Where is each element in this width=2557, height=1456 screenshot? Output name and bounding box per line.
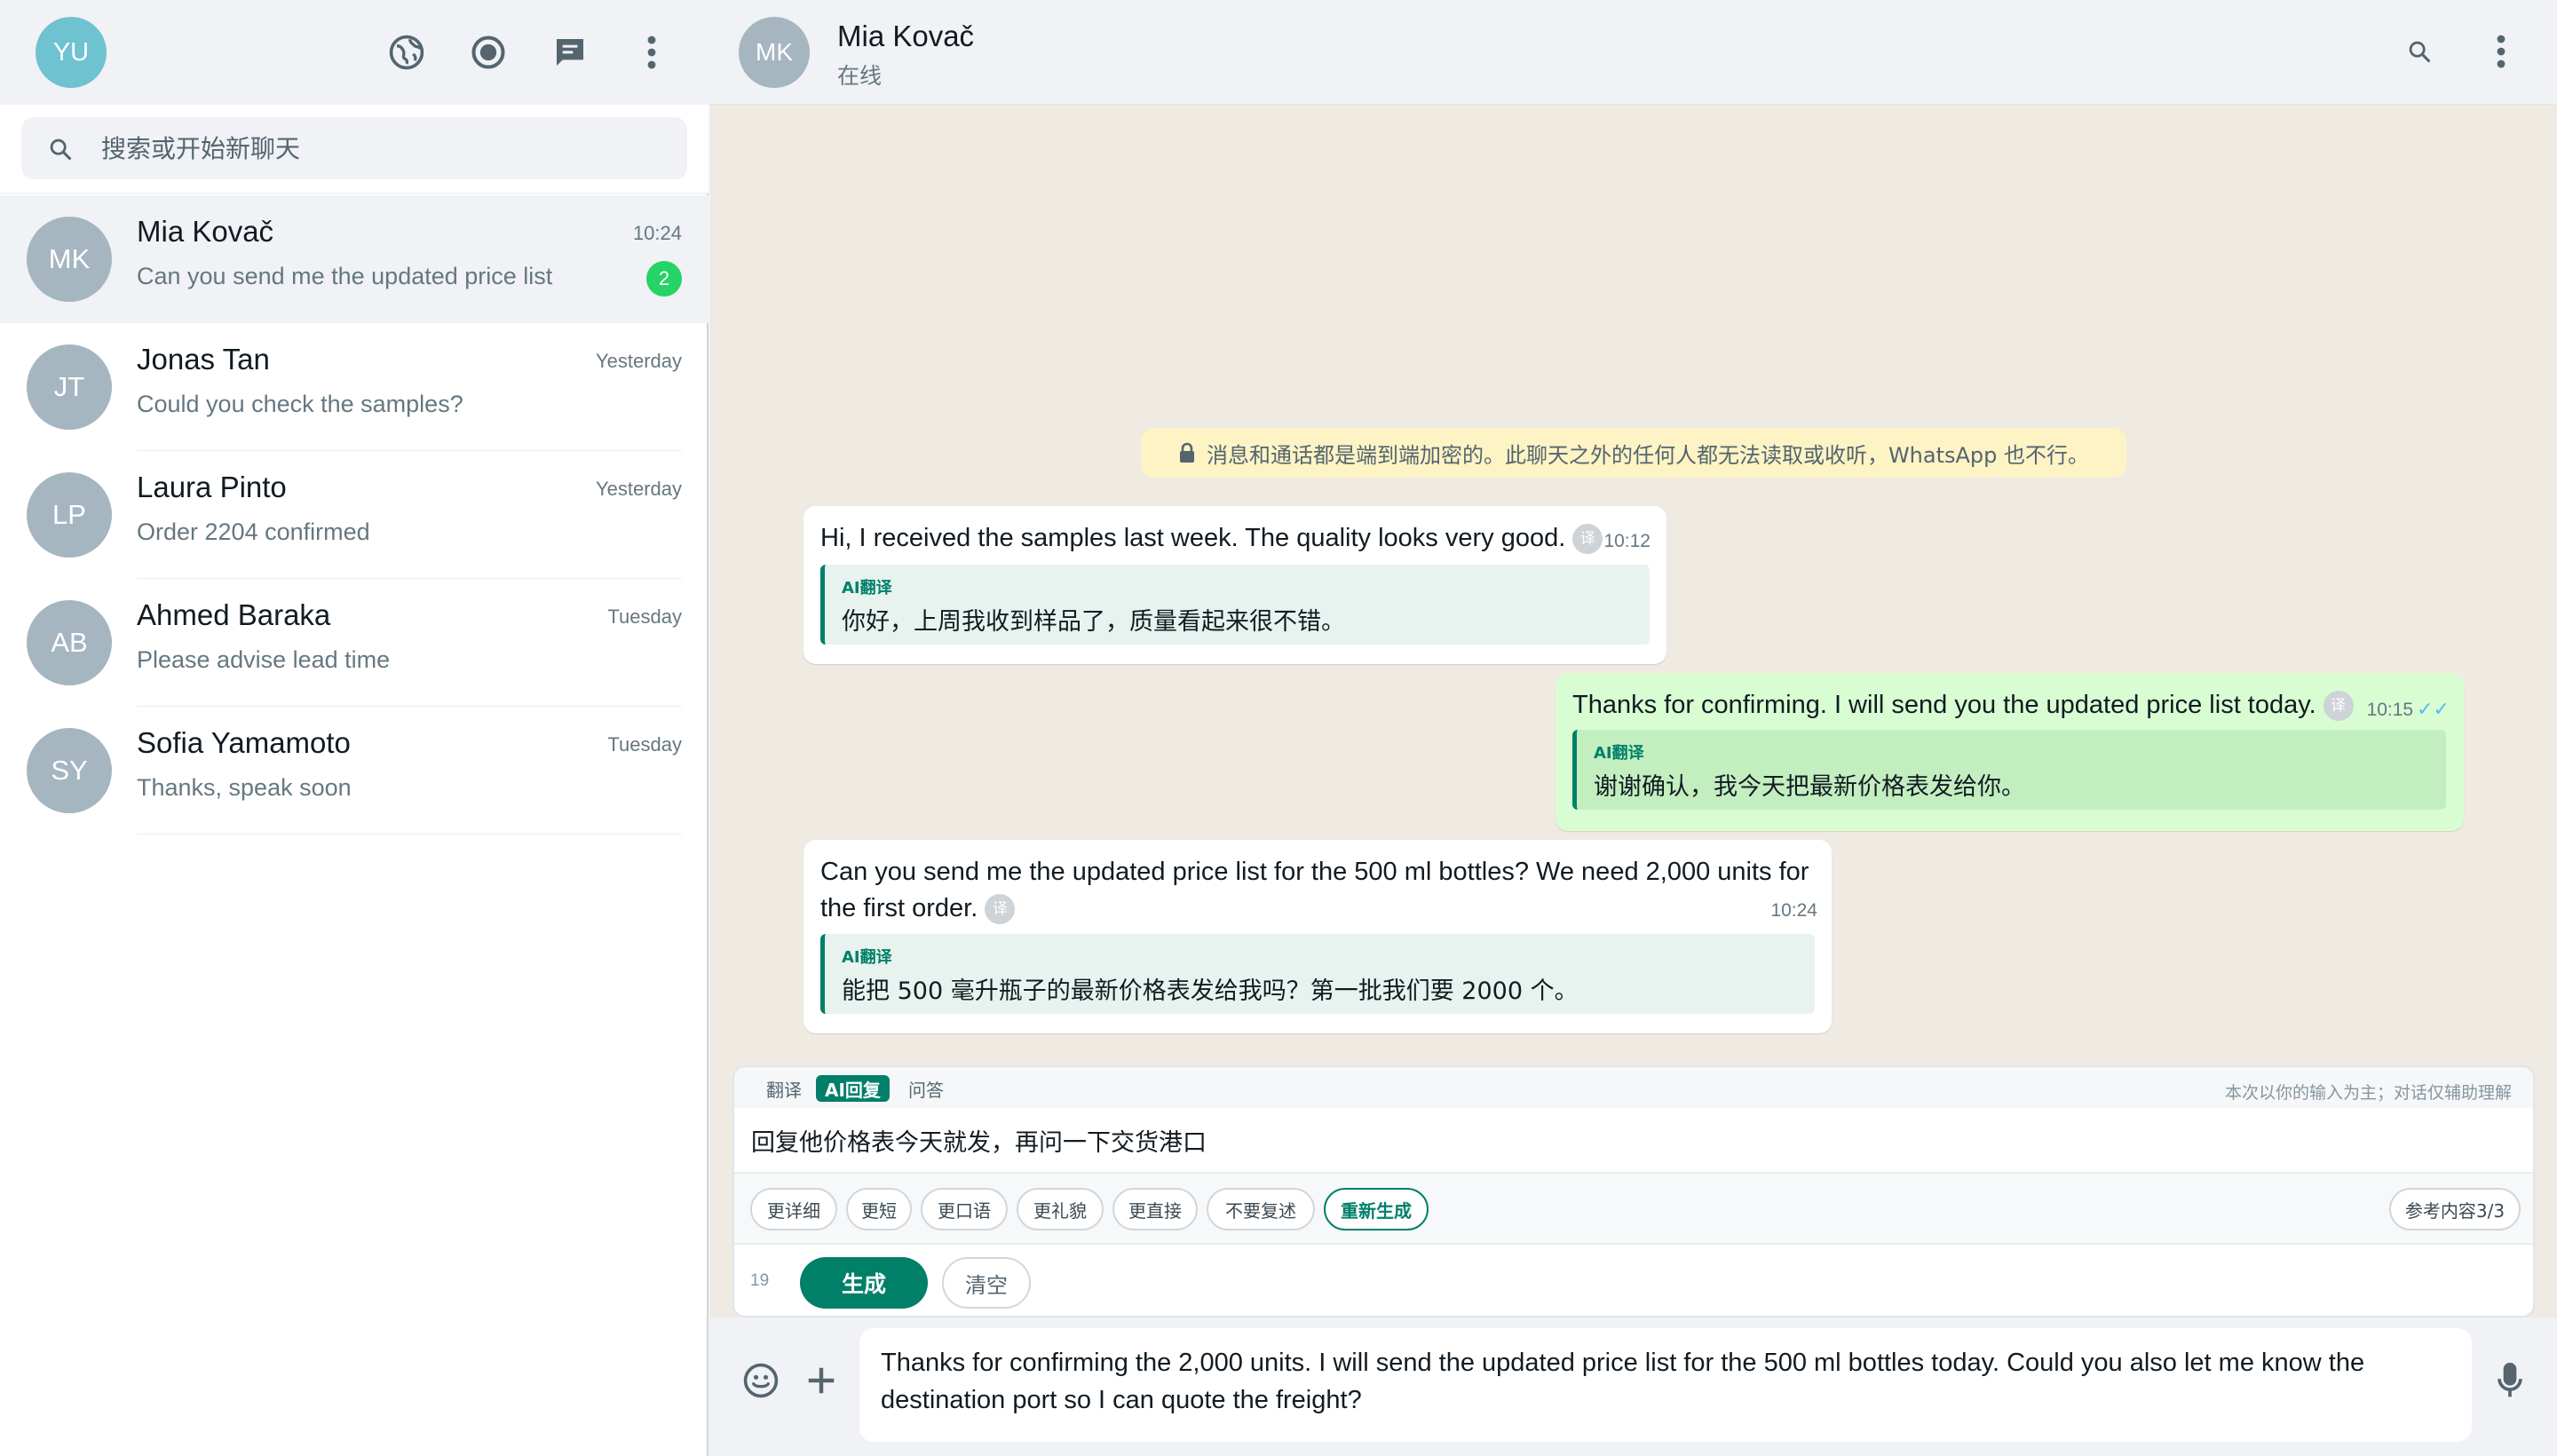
conversation-pane: MK Mia Kovač 在线 消息和通话都是端到端加密的。此聊天之外的任何人都…	[710, 0, 2557, 1456]
community-icon[interactable]	[384, 30, 429, 75]
ai-translation-block: AI翻译 能把 500 毫升瓶子的最新价格表发给我吗？第一批我们要 2000 个…	[820, 934, 1815, 1014]
conversation-header: MK Mia Kovač 在线	[710, 0, 2557, 105]
message-input[interactable]: Thanks for confirming the 2,000 units. I…	[859, 1328, 2472, 1442]
search-bar	[0, 105, 709, 194]
read-receipt-icon: ✓✓	[2417, 698, 2450, 720]
chat-name: Sofia Yamamoto	[137, 726, 351, 759]
clear-button[interactable]: 清空	[942, 1257, 1031, 1309]
search-icon[interactable]	[2402, 34, 2437, 69]
message-time: 10:12	[1603, 531, 1651, 551]
generate-button[interactable]: 生成	[800, 1257, 928, 1309]
char-count: 19	[750, 1271, 770, 1290]
translate-button[interactable]: 译	[985, 894, 1016, 925]
lock-icon	[1179, 442, 1194, 463]
chat-time: Tuesday	[607, 605, 682, 628]
contact-status: 在线	[837, 63, 883, 89]
chat-time: Yesterday	[595, 350, 682, 372]
chip-regenerate[interactable]: 重新生成	[1324, 1188, 1429, 1230]
tab-translate[interactable]: 翻译	[757, 1075, 811, 1102]
chip-shorter[interactable]: 更短	[846, 1188, 912, 1230]
menu-icon[interactable]	[2483, 34, 2519, 69]
message-time: 10:24	[1770, 900, 1817, 921]
ai-translation-label: AI翻译	[1594, 744, 1644, 763]
search-icon	[48, 137, 73, 162]
my-avatar[interactable]: YU	[36, 17, 107, 88]
translate-button[interactable]: 译	[1572, 524, 1603, 555]
ai-translation-block: AI翻译 谢谢确认，我今天把最新价格表发给你。	[1572, 730, 2446, 810]
chat-name: Jonas Tan	[137, 343, 270, 376]
message-text: Thanks for confirming. I will send you t…	[1572, 687, 2354, 724]
chat-time: Tuesday	[607, 733, 682, 756]
ai-translation-label: AI翻译	[842, 948, 892, 967]
ai-translation-text: 你好，上周我收到样品了，质量看起来很不错。	[842, 608, 1345, 636]
message-text: Hi, I received the samples last week. Th…	[820, 520, 1603, 557]
unread-badge: 2	[646, 261, 682, 297]
chat-item-ahmed-baraka[interactable]: AB Ahmed Baraka Please advise lead time …	[0, 579, 709, 707]
tab-ai-reply[interactable]: AI回复	[816, 1075, 890, 1102]
emoji-icon[interactable]	[739, 1358, 783, 1403]
ai-translation-block: AI翻译 你好，上周我收到样品了，质量看起来很不错。	[820, 565, 1650, 645]
ai-translation-text: 谢谢确认，我今天把最新价格表发给你。	[1594, 773, 2025, 801]
translate-button[interactable]: 译	[2323, 691, 2354, 722]
avatar: AB	[27, 600, 112, 685]
ai-translation-text: 能把 500 毫升瓶子的最新价格表发给我吗？第一批我们要 2000 个。	[842, 977, 1579, 1005]
ai-actions: 19 生成 清空	[734, 1245, 2533, 1316]
encryption-notice: 消息和通话都是端到端加密的。此聊天之外的任何人都无法读取或收听，WhatsApp…	[1141, 428, 2126, 478]
search-box	[21, 117, 687, 179]
ai-assistant-panel: 翻译 AI回复 问答 本次以你的输入为主；对话仅辅助理解 更详细 更短 更口语 …	[732, 1065, 2535, 1318]
avatar: SY	[27, 728, 112, 813]
avatar: MK	[27, 217, 112, 302]
avatar: JT	[27, 344, 112, 430]
ai-style-chips: 更详细 更短 更口语 更礼貌 更直接 不要复述 重新生成 参考内容3/3	[734, 1174, 2533, 1245]
chat-name: Ahmed Baraka	[137, 598, 331, 631]
chip-more-casual[interactable]: 更口语	[921, 1188, 1008, 1230]
chat-preview: Please advise lead time	[137, 646, 391, 673]
ai-tab-bar: 翻译 AI回复 问答 本次以你的输入为主；对话仅辅助理解	[734, 1067, 2533, 1108]
chat-preview: Thanks, speak soon	[137, 774, 352, 801]
menu-icon[interactable]	[629, 30, 674, 75]
chat-preview: Can you send me the updated price list	[137, 263, 553, 289]
chat-item-laura-pinto[interactable]: LP Laura Pinto Order 2204 confirmed Yest…	[0, 451, 709, 579]
message-composer: Thanks for confirming the 2,000 units. I…	[710, 1318, 2557, 1456]
chip-no-restate[interactable]: 不要复述	[1207, 1188, 1315, 1230]
tab-qa[interactable]: 问答	[899, 1075, 953, 1102]
chat-list-sidebar: YU MK Mia Kovač Can you send me the upda…	[0, 0, 709, 1456]
message-time: 10:15 ✓✓	[2366, 698, 2450, 720]
ai-prompt-input[interactable]	[734, 1108, 2533, 1174]
microphone-icon[interactable]	[2488, 1358, 2532, 1403]
message-bubble-incoming[interactable]: Can you send me the updated price list f…	[804, 840, 1832, 1033]
sidebar-header: YU	[0, 0, 709, 105]
divider	[137, 834, 682, 835]
chat-item-sofia-yamamoto[interactable]: SY Sofia Yamamoto Thanks, speak soon Tue…	[0, 707, 709, 835]
reference-content-button[interactable]: 参考内容3/3	[2389, 1188, 2521, 1230]
contact-avatar[interactable]: MK	[739, 17, 810, 88]
message-bubble-outgoing[interactable]: Thanks for confirming. I will send you t…	[1556, 673, 2464, 831]
avatar: LP	[27, 472, 112, 558]
contact-name[interactable]: Mia Kovač	[837, 20, 974, 53]
status-icon[interactable]	[466, 30, 511, 75]
chip-more-polite[interactable]: 更礼貌	[1017, 1188, 1104, 1230]
chip-more-direct[interactable]: 更直接	[1112, 1188, 1198, 1230]
chat-time: Yesterday	[595, 478, 682, 500]
attach-plus-icon[interactable]	[799, 1358, 843, 1403]
chat-time: 10:24	[632, 222, 682, 244]
chat-item-mia-kovac[interactable]: MK Mia Kovač Can you send me the updated…	[0, 195, 709, 323]
chip-more-detailed[interactable]: 更详细	[750, 1188, 837, 1230]
chat-item-jonas-tan[interactable]: JT Jonas Tan Could you check the samples…	[0, 323, 709, 451]
chat-preview: Order 2204 confirmed	[137, 518, 370, 545]
search-input[interactable]	[101, 117, 652, 179]
new-chat-icon[interactable]	[548, 30, 592, 75]
chat-name: Mia Kovač	[137, 215, 274, 248]
chat-preview: Could you check the samples?	[137, 391, 463, 417]
ai-hint-text: 本次以你的输入为主；对话仅辅助理解	[2224, 1083, 2512, 1103]
message-text: Can you send me the updated price list f…	[820, 854, 1809, 927]
encryption-notice-text: 消息和通话都是端到端加密的。此聊天之外的任何人都无法读取或收听，WhatsApp…	[1206, 442, 2090, 468]
chat-name: Laura Pinto	[137, 471, 287, 503]
ai-translation-label: AI翻译	[842, 579, 892, 597]
message-bubble-incoming[interactable]: Hi, I received the samples last week. Th…	[804, 506, 1666, 664]
